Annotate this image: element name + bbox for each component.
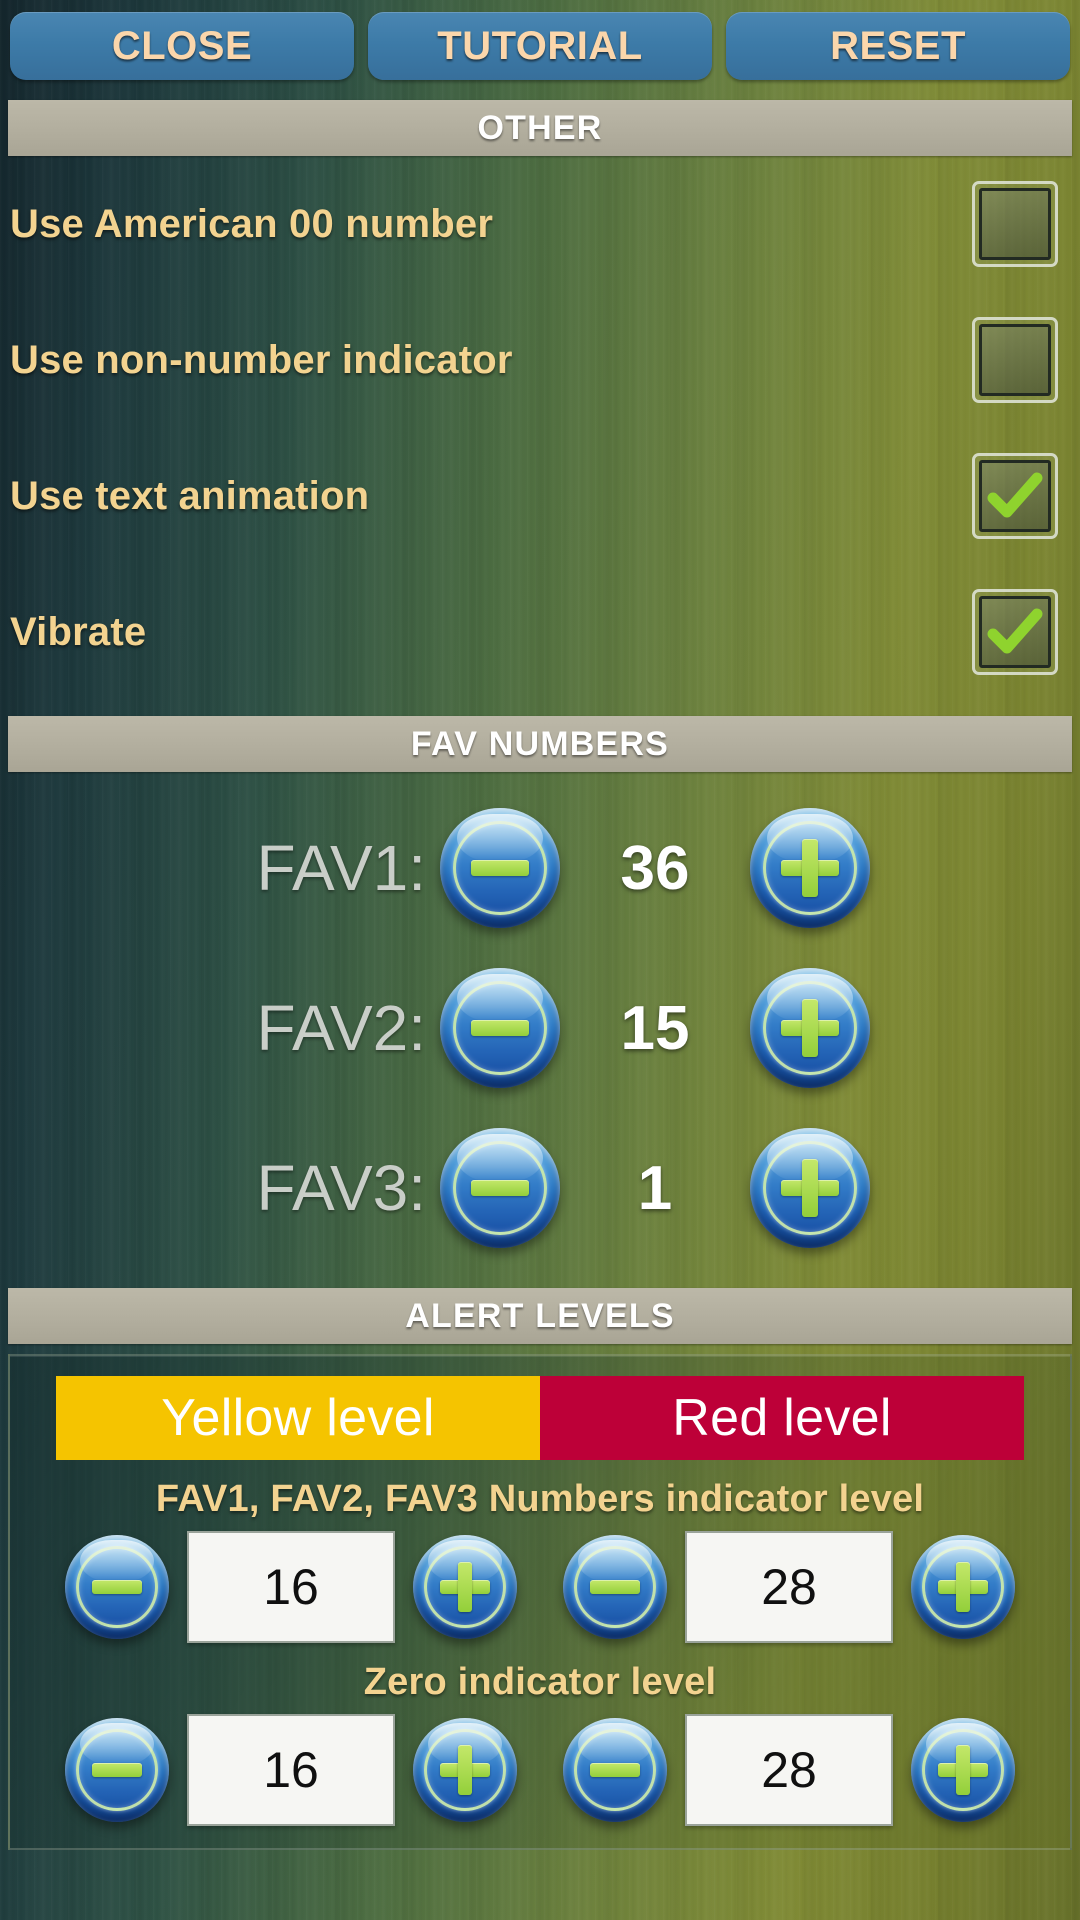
plus-icon: [936, 1743, 990, 1797]
option-label: Use non-number indicator: [10, 337, 513, 382]
plus-icon: [438, 1560, 492, 1614]
check-icon: [985, 602, 1045, 662]
fav3-decrement-button[interactable]: [440, 1128, 560, 1248]
minus-icon: [469, 837, 531, 899]
plus-icon: [936, 1560, 990, 1614]
reset-button[interactable]: RESET: [726, 12, 1070, 80]
check-icon: [985, 466, 1045, 526]
checkbox-inner: [979, 188, 1051, 260]
fav-indicator-red-increment-button[interactable]: [911, 1535, 1015, 1639]
settings-screen: CLOSE TUTORIAL RESET OTHER Use American …: [0, 0, 1080, 1920]
zero-indicator-level-steppers: 16 28: [10, 1714, 1070, 1826]
zero-indicator-yellow-increment-button[interactable]: [413, 1718, 517, 1822]
minus-icon: [469, 1157, 531, 1219]
fav-indicator-level-caption: FAV1, FAV2, FAV3 Numbers indicator level: [155, 1478, 925, 1520]
alert-level-tabs: Yellow level Red level: [56, 1376, 1024, 1460]
section-header-alert-levels: ALERT LEVELS: [8, 1288, 1072, 1344]
zero-indicator-red-decrement-button[interactable]: [563, 1718, 667, 1822]
fav-indicator-yellow-value[interactable]: 16: [187, 1531, 395, 1643]
minus-icon: [588, 1560, 642, 1614]
fav-row-1: FAV1: 36: [0, 788, 1080, 948]
zero-indicator-red-value[interactable]: 28: [685, 1714, 893, 1826]
checkbox-vibrate[interactable]: [972, 589, 1058, 675]
fav-label: FAV2:: [256, 992, 426, 1064]
checkbox-inner: [979, 460, 1051, 532]
fav2-value: 15: [620, 993, 690, 1063]
fav3-value: 1: [637, 1153, 673, 1223]
zero-indicator-yellow-value[interactable]: 16: [187, 1714, 395, 1826]
fav-label: FAV3:: [256, 1152, 426, 1224]
fav1-value: 36: [620, 833, 690, 903]
close-button[interactable]: CLOSE: [10, 12, 354, 80]
tab-yellow-level[interactable]: Yellow level: [56, 1376, 540, 1460]
plus-icon: [438, 1743, 492, 1797]
option-label: Vibrate: [10, 609, 147, 654]
alert-levels-panel: Yellow level Red level FAV1, FAV2, FAV3 …: [8, 1354, 1072, 1850]
zero-indicator-red-increment-button[interactable]: [911, 1718, 1015, 1822]
minus-icon: [90, 1743, 144, 1797]
option-label: Use text animation: [10, 473, 370, 518]
fav1-increment-button[interactable]: [750, 808, 870, 928]
fav1-decrement-button[interactable]: [440, 808, 560, 928]
zero-indicator-level-caption: Zero indicator level: [363, 1661, 717, 1703]
fav-indicator-red-value[interactable]: 28: [685, 1531, 893, 1643]
minus-icon: [588, 1743, 642, 1797]
fav3-increment-button[interactable]: [750, 1128, 870, 1248]
tab-red-level[interactable]: Red level: [540, 1376, 1024, 1460]
other-options-list: Use American 00 number Use non-number in…: [0, 156, 1080, 706]
minus-icon: [90, 1560, 144, 1614]
zero-indicator-yellow-decrement-button[interactable]: [65, 1718, 169, 1822]
fav2-decrement-button[interactable]: [440, 968, 560, 1088]
plus-icon: [779, 1157, 841, 1219]
top-button-bar: CLOSE TUTORIAL RESET: [0, 0, 1080, 90]
fav-label: FAV1:: [256, 832, 426, 904]
tutorial-button[interactable]: TUTORIAL: [368, 12, 712, 80]
option-label: Use American 00 number: [10, 201, 494, 246]
fav-indicator-red-decrement-button[interactable]: [563, 1535, 667, 1639]
fav-indicator-yellow-increment-button[interactable]: [413, 1535, 517, 1639]
plus-icon: [779, 997, 841, 1059]
plus-icon: [779, 837, 841, 899]
option-row-american-00[interactable]: Use American 00 number: [0, 156, 1080, 292]
fav-indicator-level-steppers: 16 28: [10, 1531, 1070, 1643]
fav2-increment-button[interactable]: [750, 968, 870, 1088]
checkbox-inner: [979, 324, 1051, 396]
fav-row-3: FAV3: 1: [0, 1108, 1080, 1268]
minus-icon: [469, 997, 531, 1059]
checkbox-use-non-number-indicator[interactable]: [972, 317, 1058, 403]
option-row-vibrate[interactable]: Vibrate: [0, 564, 1080, 700]
fav-indicator-yellow-decrement-button[interactable]: [65, 1535, 169, 1639]
fav-numbers-list: FAV1: 36 FAV2: 15 FAV3: 1: [0, 772, 1080, 1278]
section-header-other: OTHER: [8, 100, 1072, 156]
section-header-fav-numbers: FAV NUMBERS: [8, 716, 1072, 772]
fav-row-2: FAV2: 15: [0, 948, 1080, 1108]
option-row-non-number-indicator[interactable]: Use non-number indicator: [0, 292, 1080, 428]
checkbox-use-american-00[interactable]: [972, 181, 1058, 267]
option-row-text-animation[interactable]: Use text animation: [0, 428, 1080, 564]
checkbox-use-text-animation[interactable]: [972, 453, 1058, 539]
checkbox-inner: [979, 596, 1051, 668]
